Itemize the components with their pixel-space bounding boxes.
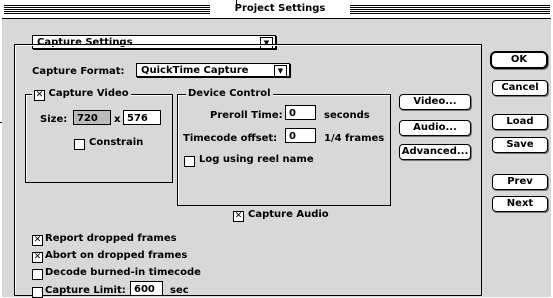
chevron-down-icon: ▼ [274,65,287,77]
capture-audio-checkbox[interactable]: ✕ [233,211,244,222]
capture-audio-label: Capture Audio [248,209,329,220]
capture-format-popup[interactable]: QuickTime Capture ▼ [136,63,290,77]
report-dropped-label: Report dropped frames [45,233,177,244]
dialog-content: Capture Settings ▼ Capture Format: Quick… [2,18,551,298]
preroll-unit: seconds [324,110,370,121]
timecode-offset-label: Timecode offset: [183,133,278,144]
capture-video-checkbox[interactable]: ✕ [34,90,45,101]
load-button[interactable]: Load [492,114,548,130]
capture-format-label: Capture Format: [32,66,125,77]
window-title: Project Settings [210,3,350,14]
capture-limit-unit: sec [170,285,189,296]
ok-button[interactable]: OK [490,51,548,69]
capture-limit-label: Capture Limit: [45,285,126,296]
capture-video-label: Capture Video [48,88,129,99]
video-settings-button[interactable]: Video... [399,94,471,110]
device-control-legend: Device Control [186,88,273,99]
prev-button[interactable]: Prev [492,174,548,190]
capture-limit-checkbox[interactable] [32,287,43,298]
abort-dropped-checkbox[interactable]: ✕ [32,252,43,263]
report-dropped-checkbox[interactable]: ✕ [32,235,43,246]
audio-settings-button[interactable]: Audio... [399,120,471,136]
size-x-label: x [114,114,121,125]
title-bar[interactable]: Project Settings [0,0,553,18]
capture-limit-field[interactable]: 600 [130,281,163,296]
capture-video-legend: ✕ Capture Video [32,88,131,101]
advanced-settings-button[interactable]: Advanced... [399,144,471,160]
constrain-checkbox[interactable] [74,139,85,150]
reel-name-checkbox[interactable] [184,156,195,167]
next-button[interactable]: Next [492,196,548,212]
cancel-button[interactable]: Cancel [492,80,548,96]
callout-line-top [236,0,237,8]
decode-timecode-label: Decode burned-in timecode [45,267,201,278]
title-bar-stripes-left [4,5,210,14]
width-field[interactable]: 720 [73,110,111,125]
decode-timecode-checkbox[interactable] [32,269,43,280]
size-label: Size: [40,114,68,125]
capture-format-value: QuickTime Capture [141,65,249,76]
preroll-label: Preroll Time: [210,110,283,121]
constrain-label: Constrain [89,137,144,148]
title-bar-stripes-right [350,5,550,14]
abort-dropped-label: Abort on dropped frames [45,250,188,261]
timecode-offset-field[interactable]: 0 [285,128,316,143]
save-button[interactable]: Save [492,137,548,153]
height-field[interactable]: 576 [123,110,161,125]
reel-name-label: Log using reel name [199,154,314,165]
preroll-field[interactable]: 0 [285,105,316,120]
timecode-offset-unit: 1/4 frames [324,133,385,144]
